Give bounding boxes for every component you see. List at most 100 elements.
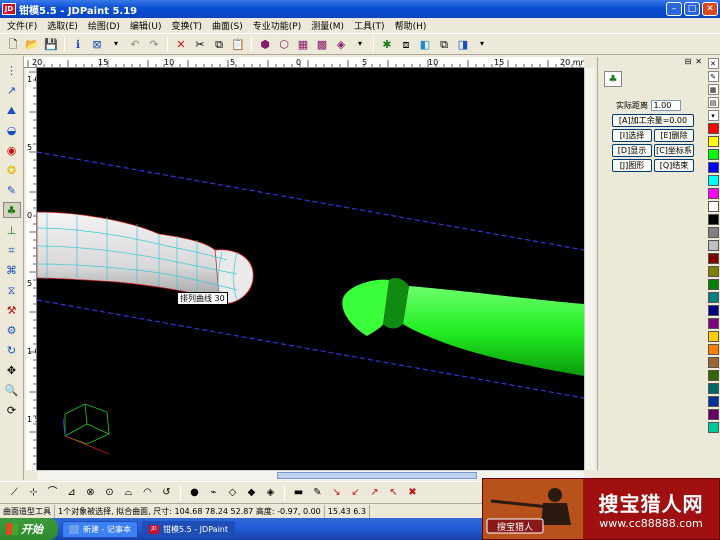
undo-icon[interactable]: ↶ [126,35,144,53]
red-cross-icon[interactable]: ✖ [404,484,421,501]
snap-center-icon[interactable]: ⊙ [101,484,118,501]
snap-diamond2-icon[interactable]: ◆ [243,484,260,501]
viewport-3d[interactable]: 排列曲线 30 [37,68,584,470]
color-swatch[interactable] [707,409,719,420]
surface-grid-icon[interactable]: ▦ [294,35,312,53]
color-swatch[interactable] [707,123,719,134]
panel-close-icon[interactable]: ✕ [695,57,702,69]
info-icon[interactable]: ℹ [69,35,87,53]
color-swatch[interactable] [707,240,719,251]
edit-tool-icon[interactable]: ⚒ [3,302,21,318]
coordinate-button[interactable]: [C]坐标系 [654,144,694,157]
move-tool-icon[interactable]: ✥ [3,362,21,378]
color-swatch[interactable] [707,383,719,394]
menu-measure[interactable]: 测量(M) [306,19,349,32]
redo-icon[interactable]: ↷ [145,35,163,53]
palette-grid-icon[interactable]: ▦ [707,84,719,95]
chevron-down-icon[interactable]: ▾ [351,35,369,53]
color-swatch[interactable] [707,318,719,329]
curve-tool-icon[interactable]: ↗ [3,82,21,98]
extend-tool-icon[interactable]: ⌘ [3,262,21,278]
delete-icon[interactable]: ✕ [172,35,190,53]
copy-object-icon[interactable]: ⧉ [435,35,453,53]
snap-curve-icon[interactable]: ⌁ [205,484,222,501]
menu-tools[interactable]: 工具(T) [349,19,390,32]
menu-edit[interactable]: 编辑(U) [125,19,167,32]
snap-cross-icon[interactable]: ⊗ [82,484,99,501]
render-icon[interactable]: ✱ [378,35,396,53]
red-arrow2-icon[interactable]: ↙ [347,484,364,501]
wireframe-icon[interactable]: ⬡ [275,35,293,53]
vertical-scrollbar[interactable] [584,68,595,470]
maximize-button[interactable]: □ [684,2,700,16]
point-tool-icon[interactable]: ⋮ [3,62,21,78]
minimize-button[interactable]: – [666,2,682,16]
select-button[interactable]: [I]选择 [612,129,652,142]
horizontal-scroll-thumb[interactable] [277,472,477,479]
snap-diamond3-icon[interactable]: ◈ [262,484,279,501]
color-swatch[interactable] [707,162,719,173]
pick-point-icon[interactable]: ⟋ [6,484,23,501]
solid-shade-icon[interactable]: ⬢ [256,35,274,53]
red-arrow4-icon[interactable]: ↖ [385,484,402,501]
new-file-icon[interactable]: 🗋 [4,35,22,53]
measure-tool-icon[interactable]: ⚙ [3,322,21,338]
palette-pencil-icon[interactable]: ✎ [707,71,719,82]
color-swatch[interactable] [707,331,719,342]
color-swatch[interactable] [707,266,719,277]
line-style-icon[interactable]: ▬ [290,484,307,501]
finish-button[interactable]: [Q]结束 [654,159,694,172]
red-arrow-icon[interactable]: ↘ [328,484,345,501]
sphere-tool-icon[interactable]: ◉ [3,142,21,158]
allowance-button[interactable]: [A]加工余量=0.00 [612,114,694,127]
chevron-down-icon[interactable]: ▾ [473,35,491,53]
menu-draw[interactable]: 绘图(D) [83,19,125,32]
color-swatch[interactable] [707,253,719,264]
layer-icon[interactable]: ⧈ [397,35,415,53]
bulb-tool-icon[interactable]: ✪ [3,162,21,178]
snap-end-icon[interactable]: ⌒ [44,484,61,501]
pen-edit-icon[interactable]: ✎ [309,484,326,501]
snap-tangent-icon[interactable]: ⌓ [120,484,137,501]
menu-surface[interactable]: 曲面(S) [207,19,248,32]
paste-icon[interactable]: 📋 [229,35,247,53]
red-arrow3-icon[interactable]: ↗ [366,484,383,501]
plane-icon[interactable]: ◈ [332,35,350,53]
mesh-icon[interactable]: ▩ [313,35,331,53]
loop-tool-icon[interactable]: ↻ [3,342,21,358]
chevron-down-icon[interactable]: ▾ [107,35,125,53]
shade-tool-icon[interactable]: ♣ [2,202,21,218]
menu-help[interactable]: 帮助(H) [390,19,432,32]
snap-grid-icon[interactable]: ⊹ [25,484,42,501]
color-swatch[interactable] [707,136,719,147]
color-swatch[interactable] [707,279,719,290]
copy-icon[interactable]: ⧉ [210,35,228,53]
green-surface-model[interactable] [403,286,584,376]
shade-cube-icon[interactable]: ◨ [454,35,472,53]
display-button[interactable]: [D]显示 [612,144,652,157]
color-swatch[interactable] [707,175,719,186]
color-swatch[interactable] [707,396,719,407]
menu-file[interactable]: 文件(F) [2,19,42,32]
color-swatch[interactable] [707,149,719,160]
snap-arc-icon[interactable]: ◠ [139,484,156,501]
cut-icon[interactable]: ✂ [191,35,209,53]
start-button[interactable]: 开始 [0,518,58,540]
color-swatch[interactable] [707,201,719,212]
cube-icon[interactable]: ◧ [416,35,434,53]
close-button[interactable]: ✕ [702,2,718,16]
color-swatch[interactable] [707,305,719,316]
menu-transform[interactable]: 变换(T) [167,19,208,32]
menu-select[interactable]: 选取(E) [42,19,83,32]
graph-button[interactable]: [J]图形 [612,159,652,172]
color-swatch[interactable] [707,188,719,199]
pen-tool-icon[interactable]: ✎ [3,182,21,198]
trim-tool-icon[interactable]: ⌗ [3,242,21,258]
color-swatch[interactable] [707,370,719,381]
color-swatch[interactable] [707,227,719,238]
taskbar-item-notepad[interactable]: 新建 - 记事本 [62,520,138,538]
axis-tool-icon[interactable]: ⊥ [3,222,21,238]
view-box-icon[interactable]: ⊠ [88,35,106,53]
color-swatch[interactable] [707,357,719,368]
panel-dock-icon[interactable]: ⊟ [685,57,692,69]
